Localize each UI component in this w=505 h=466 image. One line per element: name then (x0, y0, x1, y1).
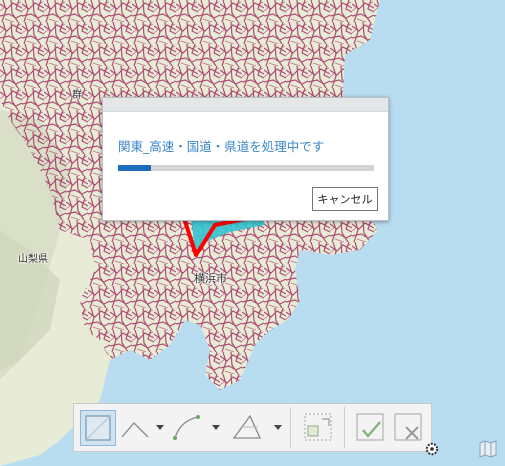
polyline-tool-button[interactable] (120, 410, 166, 444)
cancel-button[interactable]: キャンセル (312, 187, 378, 211)
settings-gear-icon[interactable] (425, 442, 439, 456)
progress-bar (118, 165, 374, 171)
map-canvas[interactable] (0, 0, 505, 466)
toolbar-separator (344, 407, 345, 448)
place-label-yokohama: 横浜市 (194, 272, 227, 285)
dialog-titlebar[interactable] (103, 98, 388, 112)
basemap-icon[interactable] (478, 440, 498, 458)
processing-dialog: 関東_高速・国道・県道を処理中です キャンセル (102, 97, 389, 221)
processing-message: 関東_高速・国道・県道を処理中です (118, 139, 325, 154)
place-label-yamanashi: 山梨県 (18, 254, 48, 265)
freehand-line-icon (173, 415, 220, 440)
polygon-tool-button[interactable] (230, 410, 286, 444)
progress-fill (118, 165, 152, 171)
select-grid-button[interactable] (298, 410, 338, 444)
reject-icon (394, 413, 422, 441)
toolbar-separator (290, 407, 291, 448)
select-grid-icon (304, 413, 332, 441)
accept-button[interactable] (352, 410, 388, 444)
rectangle-select-icon (85, 415, 111, 441)
reject-button[interactable] (390, 410, 426, 444)
polyline-icon (121, 422, 164, 438)
edit-toolbar (73, 403, 432, 452)
rectangle-tool-button[interactable] (80, 410, 116, 446)
accept-icon (356, 413, 384, 441)
freehand-tool-button[interactable] (172, 410, 224, 444)
polygon-icon (232, 414, 282, 439)
place-label-gunma: 群 (72, 90, 82, 101)
